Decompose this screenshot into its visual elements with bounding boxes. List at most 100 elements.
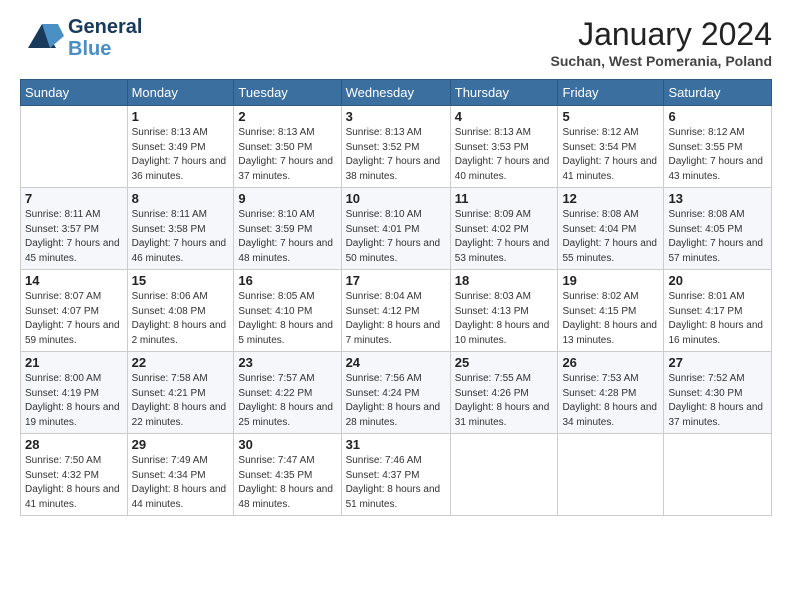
day-number: 16 [238,273,336,288]
table-row: 11 Sunrise: 8:09 AMSunset: 4:02 PMDaylig… [450,188,558,270]
table-row: 17 Sunrise: 8:04 AMSunset: 4:12 PMDaylig… [341,270,450,352]
day-number: 14 [25,273,123,288]
table-row: 31 Sunrise: 7:46 AMSunset: 4:37 PMDaylig… [341,434,450,516]
day-number: 6 [668,109,767,124]
table-row: 7 Sunrise: 8:11 AMSunset: 3:57 PMDayligh… [21,188,128,270]
table-row [450,434,558,516]
table-row: 30 Sunrise: 7:47 AMSunset: 4:35 PMDaylig… [234,434,341,516]
table-row: 26 Sunrise: 7:53 AMSunset: 4:28 PMDaylig… [558,352,664,434]
day-info: Sunrise: 8:06 AMSunset: 4:08 PMDaylight:… [132,290,230,348]
location-title: Suchan, West Pomerania, Poland [551,53,772,69]
day-info: Sunrise: 8:13 AMSunset: 3:49 PMDaylight:… [132,126,230,184]
day-info: Sunrise: 8:11 AMSunset: 3:57 PMDaylight:… [25,208,123,266]
day-info: Sunrise: 8:11 AMSunset: 3:58 PMDaylight:… [132,208,230,266]
logo-line2: Blue [68,38,111,60]
table-row: 18 Sunrise: 8:03 AMSunset: 4:13 PMDaylig… [450,270,558,352]
day-number: 18 [455,273,554,288]
table-row: 19 Sunrise: 8:02 AMSunset: 4:15 PMDaylig… [558,270,664,352]
calendar-week-row: 21 Sunrise: 8:00 AMSunset: 4:19 PMDaylig… [21,352,772,434]
header: General Blue January 2024 Suchan, West P… [20,16,772,69]
table-row: 27 Sunrise: 7:52 AMSunset: 4:30 PMDaylig… [664,352,772,434]
day-number: 23 [238,355,336,370]
day-number: 22 [132,355,230,370]
day-number: 1 [132,109,230,124]
table-row: 9 Sunrise: 8:10 AMSunset: 3:59 PMDayligh… [234,188,341,270]
day-number: 13 [668,191,767,206]
title-area: January 2024 Suchan, West Pomerania, Pol… [551,16,772,69]
day-info: Sunrise: 8:03 AMSunset: 4:13 PMDaylight:… [455,290,554,348]
day-number: 11 [455,191,554,206]
day-number: 10 [346,191,446,206]
calendar-header-row: Sunday Monday Tuesday Wednesday Thursday… [21,80,772,106]
logo-line1: General [68,16,142,38]
day-number: 12 [562,191,659,206]
day-info: Sunrise: 8:01 AMSunset: 4:17 PMDaylight:… [668,290,767,348]
day-info: Sunrise: 8:05 AMSunset: 4:10 PMDaylight:… [238,290,336,348]
day-info: Sunrise: 8:07 AMSunset: 4:07 PMDaylight:… [25,290,123,348]
day-number: 5 [562,109,659,124]
calendar-week-row: 7 Sunrise: 8:11 AMSunset: 3:57 PMDayligh… [21,188,772,270]
col-saturday: Saturday [664,80,772,106]
day-info: Sunrise: 7:58 AMSunset: 4:21 PMDaylight:… [132,372,230,430]
month-title: January 2024 [551,16,772,53]
table-row [21,106,128,188]
col-tuesday: Tuesday [234,80,341,106]
day-number: 21 [25,355,123,370]
day-info: Sunrise: 8:10 AMSunset: 3:59 PMDaylight:… [238,208,336,266]
col-sunday: Sunday [21,80,128,106]
day-number: 3 [346,109,446,124]
col-friday: Friday [558,80,664,106]
day-info: Sunrise: 8:02 AMSunset: 4:15 PMDaylight:… [562,290,659,348]
table-row: 25 Sunrise: 7:55 AMSunset: 4:26 PMDaylig… [450,352,558,434]
table-row: 12 Sunrise: 8:08 AMSunset: 4:04 PMDaylig… [558,188,664,270]
table-row: 29 Sunrise: 7:49 AMSunset: 4:34 PMDaylig… [127,434,234,516]
day-number: 15 [132,273,230,288]
table-row: 8 Sunrise: 8:11 AMSunset: 3:58 PMDayligh… [127,188,234,270]
table-row: 4 Sunrise: 8:13 AMSunset: 3:53 PMDayligh… [450,106,558,188]
day-info: Sunrise: 8:08 AMSunset: 4:04 PMDaylight:… [562,208,659,266]
table-row: 16 Sunrise: 8:05 AMSunset: 4:10 PMDaylig… [234,270,341,352]
day-number: 27 [668,355,767,370]
day-info: Sunrise: 7:49 AMSunset: 4:34 PMDaylight:… [132,454,230,512]
col-wednesday: Wednesday [341,80,450,106]
day-info: Sunrise: 7:55 AMSunset: 4:26 PMDaylight:… [455,372,554,430]
table-row: 22 Sunrise: 7:58 AMSunset: 4:21 PMDaylig… [127,352,234,434]
table-row: 1 Sunrise: 8:13 AMSunset: 3:49 PMDayligh… [127,106,234,188]
table-row [664,434,772,516]
table-row: 20 Sunrise: 8:01 AMSunset: 4:17 PMDaylig… [664,270,772,352]
day-info: Sunrise: 8:00 AMSunset: 4:19 PMDaylight:… [25,372,123,430]
table-row: 21 Sunrise: 8:00 AMSunset: 4:19 PMDaylig… [21,352,128,434]
table-row: 2 Sunrise: 8:13 AMSunset: 3:50 PMDayligh… [234,106,341,188]
day-number: 30 [238,437,336,452]
day-number: 26 [562,355,659,370]
table-row: 24 Sunrise: 7:56 AMSunset: 4:24 PMDaylig… [341,352,450,434]
table-row: 28 Sunrise: 7:50 AMSunset: 4:32 PMDaylig… [21,434,128,516]
day-number: 31 [346,437,446,452]
day-info: Sunrise: 7:50 AMSunset: 4:32 PMDaylight:… [25,454,123,512]
day-info: Sunrise: 8:04 AMSunset: 4:12 PMDaylight:… [346,290,446,348]
table-row: 15 Sunrise: 8:06 AMSunset: 4:08 PMDaylig… [127,270,234,352]
table-row: 10 Sunrise: 8:10 AMSunset: 4:01 PMDaylig… [341,188,450,270]
day-info: Sunrise: 8:12 AMSunset: 3:54 PMDaylight:… [562,126,659,184]
day-info: Sunrise: 7:56 AMSunset: 4:24 PMDaylight:… [346,372,446,430]
day-info: Sunrise: 7:46 AMSunset: 4:37 PMDaylight:… [346,454,446,512]
day-info: Sunrise: 7:52 AMSunset: 4:30 PMDaylight:… [668,372,767,430]
day-info: Sunrise: 7:57 AMSunset: 4:22 PMDaylight:… [238,372,336,430]
day-number: 19 [562,273,659,288]
day-number: 7 [25,191,123,206]
table-row: 23 Sunrise: 7:57 AMSunset: 4:22 PMDaylig… [234,352,341,434]
day-number: 9 [238,191,336,206]
day-number: 17 [346,273,446,288]
day-info: Sunrise: 8:13 AMSunset: 3:53 PMDaylight:… [455,126,554,184]
day-info: Sunrise: 8:08 AMSunset: 4:05 PMDaylight:… [668,208,767,266]
day-number: 25 [455,355,554,370]
day-info: Sunrise: 8:13 AMSunset: 3:52 PMDaylight:… [346,126,446,184]
table-row: 3 Sunrise: 8:13 AMSunset: 3:52 PMDayligh… [341,106,450,188]
page: General Blue January 2024 Suchan, West P… [0,0,792,612]
calendar-week-row: 28 Sunrise: 7:50 AMSunset: 4:32 PMDaylig… [21,434,772,516]
day-number: 20 [668,273,767,288]
logo: General Blue [20,16,142,60]
col-monday: Monday [127,80,234,106]
day-number: 4 [455,109,554,124]
table-row: 13 Sunrise: 8:08 AMSunset: 4:05 PMDaylig… [664,188,772,270]
